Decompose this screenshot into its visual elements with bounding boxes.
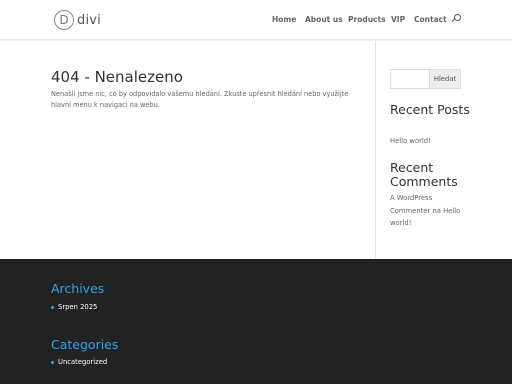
main-content: 404 - Nenalezeno Nenašli jsme nic, co by… bbox=[0, 41, 512, 259]
main-nav: Home About us Products VIP Contact bbox=[0, 15, 512, 27]
page-title: 404 - Nenalezeno bbox=[51, 68, 183, 86]
recent-comment-item: A WordPress Commenter na Hello world! bbox=[390, 192, 462, 230]
categories-title: Categories bbox=[51, 337, 119, 352]
category-item[interactable]: Uncategorized bbox=[51, 358, 107, 366]
site-footer: Archives Srpen 2025 Categories Uncategor… bbox=[0, 259, 512, 384]
sidebar-search: Hledat bbox=[390, 69, 461, 89]
comment-connector: na bbox=[432, 206, 441, 215]
search-button[interactable]: Hledat bbox=[429, 69, 461, 89]
recent-posts-title: Recent Posts bbox=[390, 102, 470, 117]
search-icon[interactable] bbox=[451, 14, 461, 25]
nav-item-vip[interactable]: VIP bbox=[391, 15, 405, 24]
nav-item-home[interactable]: Home bbox=[272, 15, 296, 24]
nav-item-about-us[interactable]: About us bbox=[305, 15, 343, 24]
recent-post-link[interactable]: Hello world! bbox=[390, 135, 462, 148]
category-link[interactable]: Uncategorized bbox=[58, 358, 107, 366]
nav-item-contact[interactable]: Contact bbox=[414, 15, 447, 24]
archives-title: Archives bbox=[51, 281, 105, 296]
bullet-icon bbox=[51, 305, 54, 309]
site-header: D divi Home About us Products VIP Contac… bbox=[0, 0, 512, 40]
bullet-icon bbox=[51, 360, 54, 364]
not-found-message: Nenašli jsme nic, co by odpovídalo vašem… bbox=[51, 90, 349, 109]
comment-author-link[interactable]: A WordPress Commenter bbox=[390, 194, 432, 215]
archive-link[interactable]: Srpen 2025 bbox=[58, 303, 97, 311]
archive-item[interactable]: Srpen 2025 bbox=[51, 303, 97, 311]
search-input[interactable] bbox=[390, 69, 430, 89]
recent-comments-title: Recent Comments bbox=[390, 160, 458, 189]
sidebar-divider bbox=[375, 41, 376, 259]
nav-item-products[interactable]: Products bbox=[348, 15, 386, 24]
